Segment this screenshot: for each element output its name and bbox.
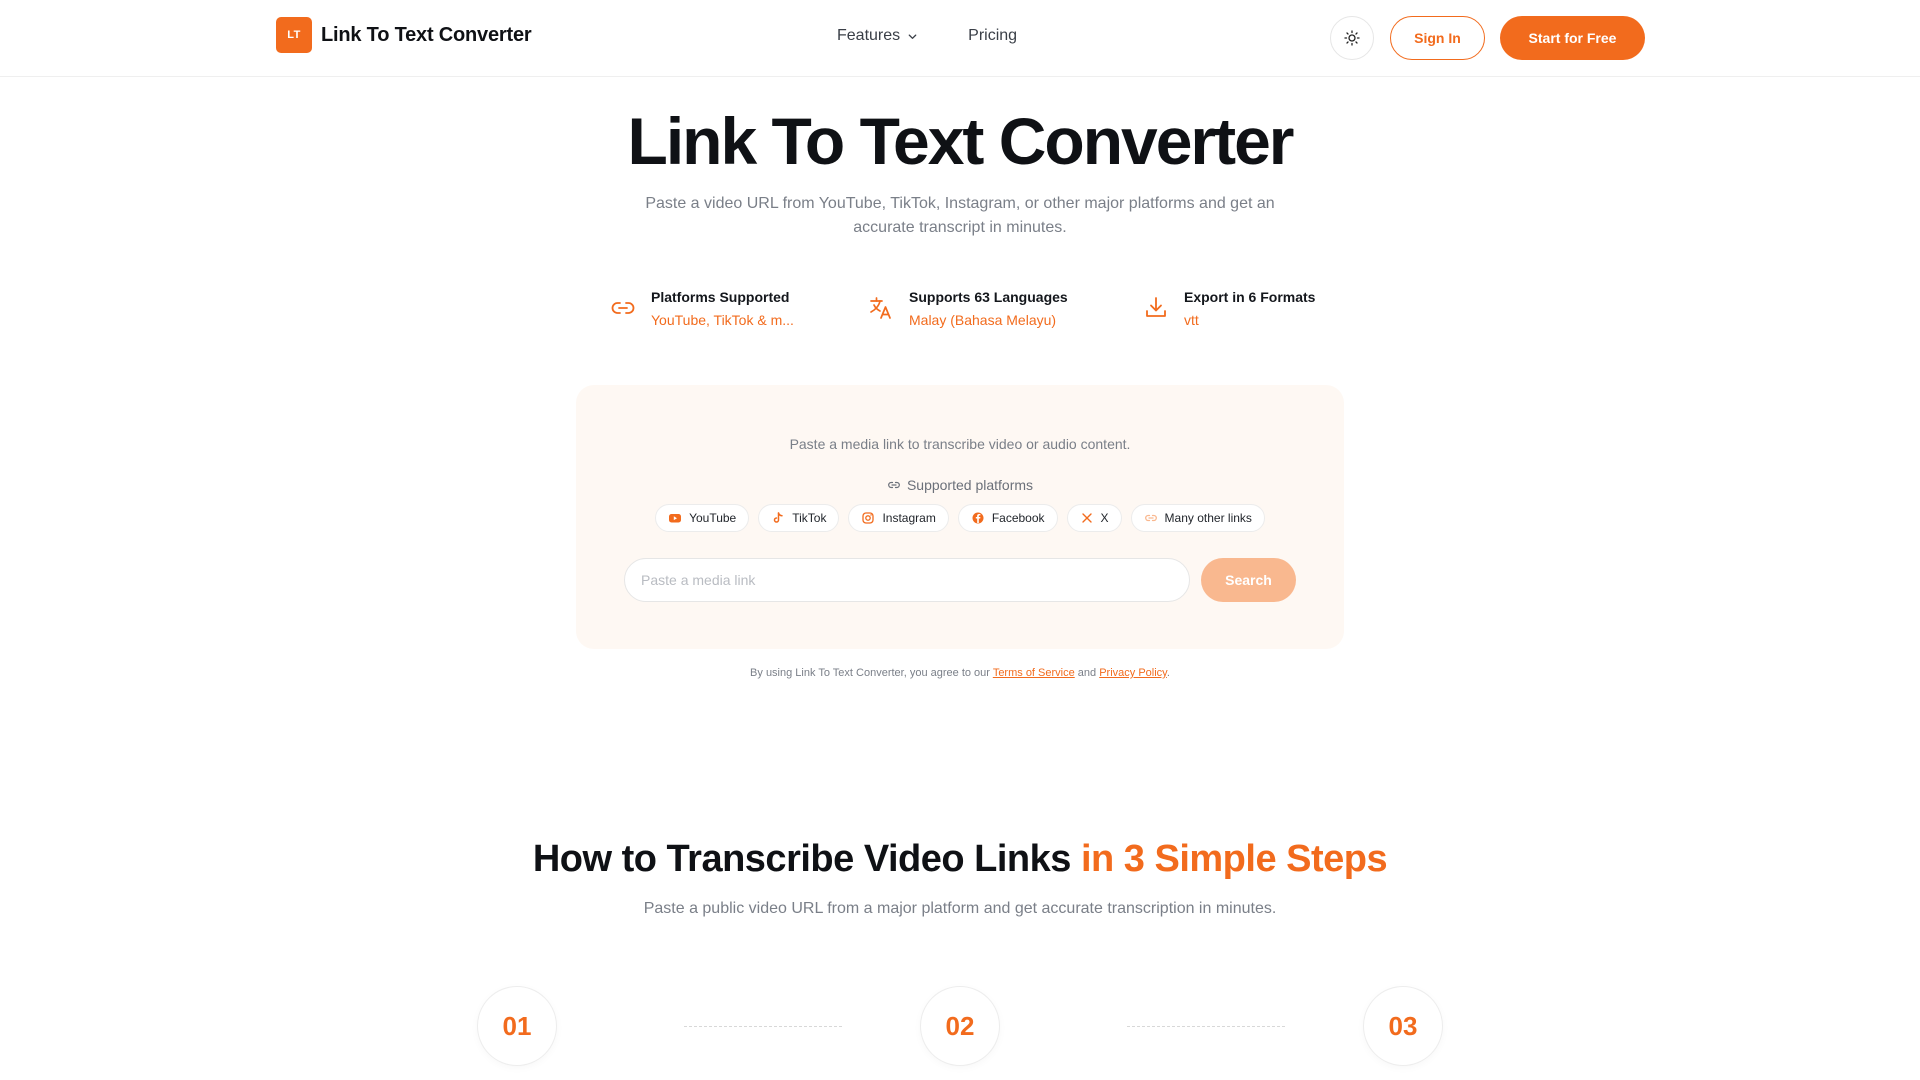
theme-toggle-button[interactable]	[1330, 16, 1374, 60]
platform-chip-youtube[interactable]: YouTube	[655, 504, 750, 532]
site-header: LT Link To Text Converter Features Prici…	[0, 0, 1920, 77]
nav-features[interactable]: Features	[837, 27, 918, 45]
facebook-icon	[972, 512, 984, 524]
terms-of-service-link[interactable]: Terms of Service	[993, 667, 1075, 679]
transcribe-card: Paste a media link to transcribe video o…	[576, 385, 1344, 649]
platform-chips: YouTube TikTok Instagram Facebook X Many…	[576, 504, 1344, 532]
step-number-2: 02	[920, 986, 1000, 1066]
feature-list: Platforms Supported YouTube, TikTok & m.…	[0, 284, 1920, 344]
main-nav: Features Pricing	[837, 27, 1017, 45]
nav-features-label: Features	[837, 27, 901, 44]
how-to-title-accent: in 3 Simple Steps	[1080, 838, 1388, 880]
step-number-1: 01	[477, 986, 557, 1066]
logo-link[interactable]: LT Link To Text Converter	[276, 17, 532, 53]
platform-chip-instagram[interactable]: Instagram	[848, 504, 949, 532]
links-icon	[1144, 514, 1157, 522]
sign-in-button[interactable]: Sign In	[1390, 16, 1485, 60]
platform-chip-tiktok[interactable]: TikTok	[758, 504, 840, 532]
nav-pricing-label: Pricing	[968, 27, 1018, 44]
hero-subtitle: Paste a video URL from YouTube, TikTok, …	[645, 195, 1275, 236]
platform-chip-other[interactable]: Many other links	[1130, 504, 1265, 532]
feature-formats: Export in 6 Formats vtt	[1142, 284, 1315, 330]
feature-formats-value: vtt	[1184, 312, 1199, 328]
legal-and: and	[1077, 667, 1097, 679]
platform-chip-label: YouTube	[689, 511, 737, 525]
media-link-input[interactable]	[624, 558, 1190, 602]
download-icon	[1146, 297, 1166, 317]
card-hint: Paste a media link to transcribe video o…	[789, 436, 1131, 452]
supported-platforms-text: Supported platforms	[906, 477, 1034, 493]
tiktok-icon	[774, 512, 783, 523]
step-number-3: 03	[1363, 986, 1443, 1066]
how-to-subtitle: Paste a public video URL from a major pl…	[643, 900, 1277, 917]
supported-platforms-label: Supported platforms	[576, 477, 1344, 493]
sun-icon	[1344, 30, 1360, 46]
instagram-icon	[862, 512, 875, 524]
feature-formats-title: Export in 6 Formats	[1184, 289, 1316, 305]
logo-text: Link To Text Converter	[321, 23, 532, 46]
platform-chip-label: Instagram	[882, 511, 936, 525]
feature-languages-value: Malay (Bahasa Melayu)	[909, 312, 1057, 328]
youtube-icon	[669, 514, 682, 523]
feature-platforms: Platforms Supported YouTube, TikTok & m.…	[609, 284, 794, 330]
legal-prefix: By using Link To Text Converter, you agr…	[750, 667, 990, 679]
feature-platforms-value: YouTube, TikTok & m...	[651, 312, 794, 328]
platform-chip-label: X	[1100, 511, 1109, 525]
step-connector	[1127, 1026, 1285, 1027]
how-to-title: How to Transcribe Video Links in 3 Simpl…	[0, 838, 1920, 881]
translate-icon	[870, 297, 891, 319]
search-button[interactable]: Search	[1201, 558, 1296, 602]
legal-notice: By using Link To Text Converter, you agr…	[0, 667, 1920, 679]
page-title: Link To Text Converter	[627, 104, 1295, 178]
chevron-down-icon	[908, 33, 917, 39]
privacy-policy-link[interactable]: Privacy Policy	[1099, 667, 1167, 679]
platform-chip-label: TikTok	[792, 511, 827, 525]
nav-pricing[interactable]: Pricing	[968, 27, 1017, 45]
link-icon	[611, 302, 635, 314]
how-to-title-main: How to Transcribe Video Links	[532, 838, 1072, 880]
platform-chip-x[interactable]: X	[1066, 504, 1122, 532]
feature-languages: Supports 63 Languages Malay (Bahasa Mela…	[867, 284, 1068, 330]
legal-suffix: .	[1166, 667, 1170, 679]
link-icon	[888, 481, 900, 489]
x-icon	[1081, 513, 1092, 523]
logo-mark: LT	[276, 17, 312, 53]
step-connector	[684, 1026, 842, 1027]
platform-chip-label: Facebook	[991, 511, 1045, 525]
platform-chip-label: Many other links	[1164, 511, 1252, 525]
platform-chip-facebook[interactable]: Facebook	[957, 504, 1058, 532]
feature-platforms-title: Platforms Supported	[651, 289, 790, 305]
feature-languages-title: Supports 63 Languages	[909, 289, 1068, 305]
start-for-free-button[interactable]: Start for Free	[1500, 16, 1645, 60]
